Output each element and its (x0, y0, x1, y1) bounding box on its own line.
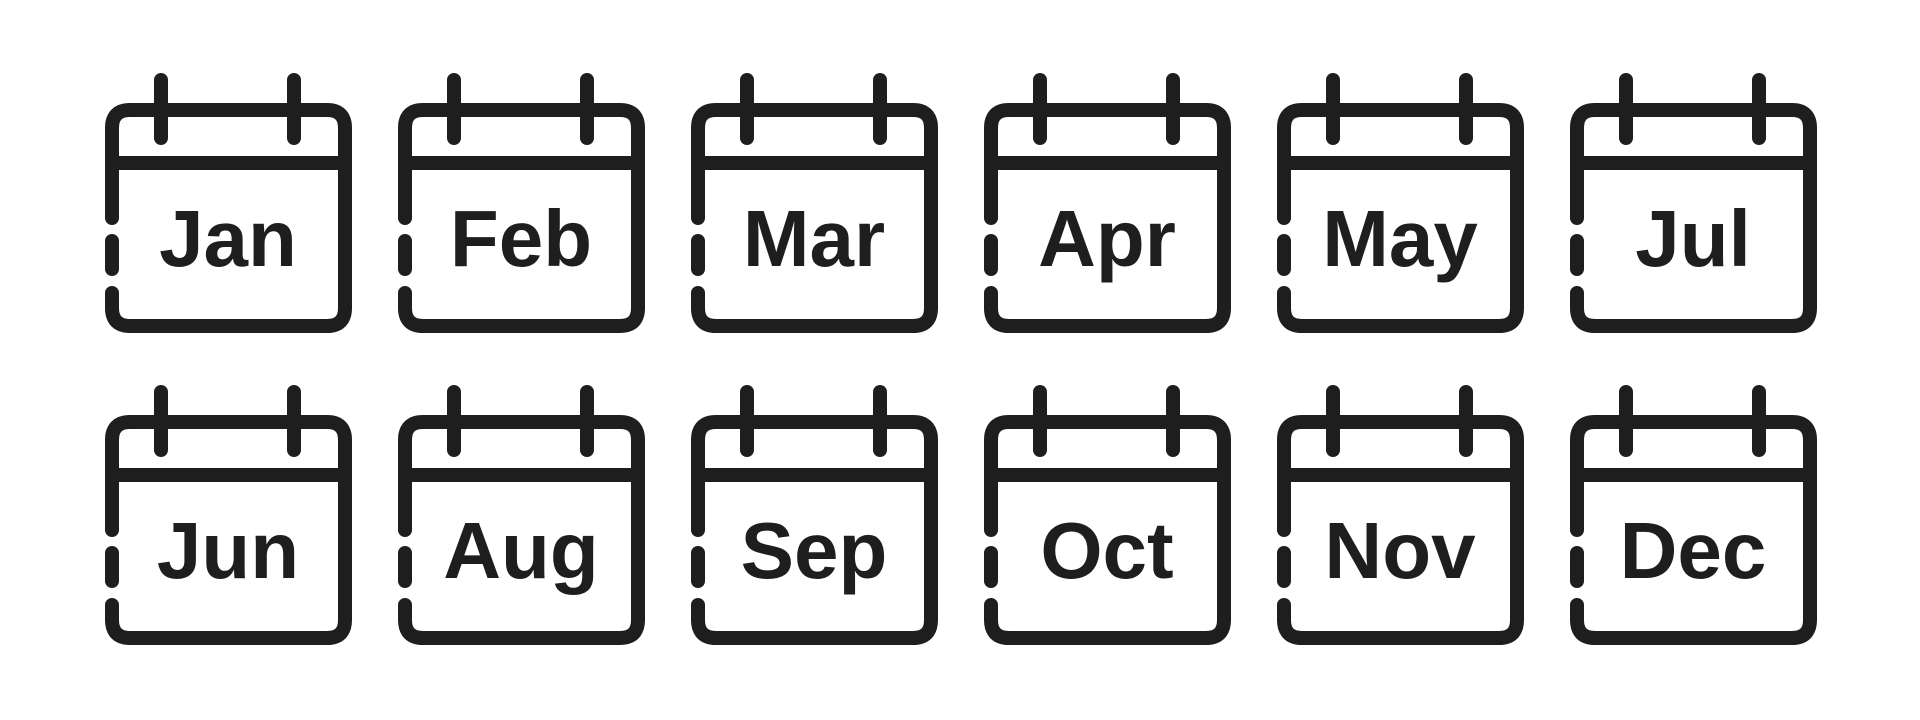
calendar-icon-jun: Jun (98, 378, 360, 648)
month-label: Mar (743, 194, 885, 283)
calendar-icon-may: May (1270, 66, 1532, 336)
month-label: Jan (159, 194, 297, 283)
month-label: Aug (443, 506, 599, 595)
month-label: Jun (157, 506, 299, 595)
month-label: Apr (1038, 194, 1176, 283)
month-label: Dec (1620, 506, 1767, 595)
month-label: May (1322, 194, 1478, 283)
calendar-icon-sep: Sep (684, 378, 946, 648)
calendar-icon-feb: Feb (391, 66, 653, 336)
month-label: Feb (450, 194, 592, 283)
calendar-icon-apr: Apr (977, 66, 1239, 336)
calendar-icon-jul: Jul (1563, 66, 1825, 336)
calendar-icon-oct: Oct (977, 378, 1239, 648)
calendar-icon-jan: Jan (98, 66, 360, 336)
month-label: Nov (1324, 506, 1476, 595)
calendar-icon-aug: Aug (391, 378, 653, 648)
calendar-icon-mar: Mar (684, 66, 946, 336)
calendar-icon-nov: Nov (1270, 378, 1532, 648)
month-label: Sep (741, 506, 888, 595)
month-label: Oct (1040, 506, 1173, 595)
month-label: Jul (1635, 194, 1751, 283)
calendar-icon-dec: Dec (1563, 378, 1825, 648)
